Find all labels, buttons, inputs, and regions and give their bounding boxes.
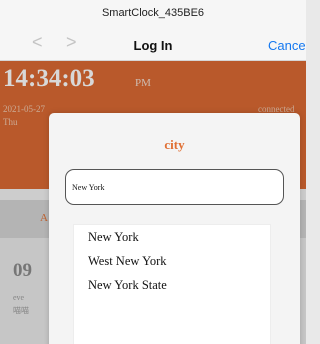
cancel-button[interactable]: Cancel bbox=[268, 38, 306, 53]
city-suggestion-list: New York West New York New York State bbox=[73, 224, 271, 344]
city-input[interactable] bbox=[65, 169, 284, 205]
city-option[interactable]: New York bbox=[88, 230, 139, 245]
app-screen: SmartClock_435BE6 < > Log In Cancel 14:3… bbox=[0, 0, 306, 344]
page-title: Log In bbox=[133, 38, 173, 53]
dialog-title: city bbox=[164, 137, 185, 152]
browser-header: SmartClock_435BE6 < > Log In Cancel bbox=[0, 0, 306, 61]
city-dialog: city New York West New York New York Sta… bbox=[49, 113, 300, 344]
city-option[interactable]: West New York bbox=[88, 254, 167, 269]
city-option[interactable]: New York State bbox=[88, 278, 167, 293]
app-title: SmartClock_435BE6 bbox=[101, 7, 205, 19]
